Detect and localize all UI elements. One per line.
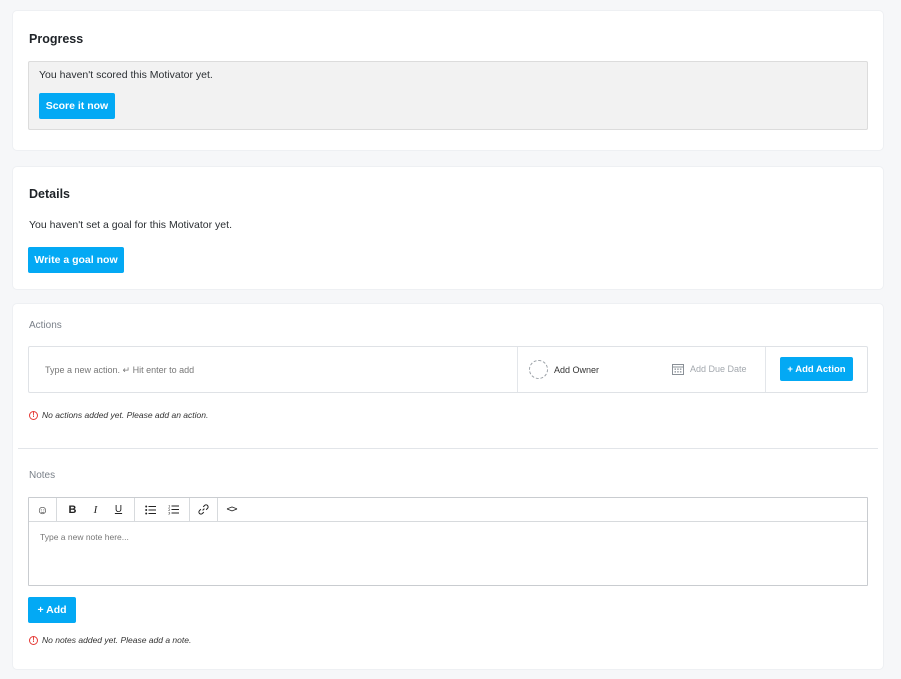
toolbar-group-code: <> <box>218 498 245 521</box>
details-card: Details You haven't set a goal for this … <box>13 167 883 289</box>
numbered-list-icon[interactable]: 1 2 3 <box>162 498 185 521</box>
add-due-date-label: Add Due Date <box>690 364 747 374</box>
progress-card: Progress You haven't scored this Motivat… <box>13 11 883 150</box>
notes-empty-message: ! No notes added yet. Please add a note. <box>29 635 191 645</box>
toolbar-group-format: B I U <box>57 498 135 521</box>
new-action-input[interactable] <box>29 347 517 392</box>
bullet-list-icon[interactable] <box>139 498 162 521</box>
divider <box>517 347 518 392</box>
add-action-button[interactable]: + Add Action <box>780 357 853 381</box>
details-title: Details <box>29 187 70 201</box>
progress-title: Progress <box>29 32 84 46</box>
emoji-icon[interactable]: ☺ <box>31 498 54 521</box>
bold-icon[interactable]: B <box>61 498 84 521</box>
actions-label: Actions <box>29 320 62 331</box>
progress-empty-box: You haven't scored this Motivator yet. S… <box>28 61 868 130</box>
owner-avatar-placeholder-icon <box>529 360 548 379</box>
editor-toolbar: ☺ B I U 1 2 3 <> <box>29 498 867 522</box>
calendar-icon <box>672 364 684 375</box>
actions-empty-text: No actions added yet. Please add an acti… <box>42 410 209 420</box>
underline-icon[interactable]: U <box>107 498 130 521</box>
add-due-date-button[interactable]: Add Due Date <box>672 363 747 375</box>
notes-empty-text: No notes added yet. Please add a note. <box>42 635 192 645</box>
code-icon[interactable]: <> <box>220 498 243 521</box>
svg-text:3: 3 <box>168 511 171 516</box>
write-goal-button[interactable]: Write a goal now <box>28 247 124 273</box>
link-icon[interactable] <box>192 498 215 521</box>
add-note-button[interactable]: + Add <box>28 597 76 623</box>
progress-message: You haven't scored this Motivator yet. <box>39 69 213 81</box>
details-message: You haven't set a goal for this Motivato… <box>29 219 232 231</box>
note-editor: ☺ B I U 1 2 3 <> Type a new note here... <box>28 497 868 586</box>
italic-icon[interactable]: I <box>84 498 107 521</box>
toolbar-group-link <box>190 498 218 521</box>
score-it-now-button[interactable]: Score it now <box>39 93 115 119</box>
section-divider <box>18 448 878 449</box>
toolbar-group-lists: 1 2 3 <box>135 498 190 521</box>
new-note-textarea[interactable] <box>29 522 867 585</box>
notes-label: Notes <box>29 470 56 481</box>
actions-empty-message: ! No actions added yet. Please add an ac… <box>29 410 208 420</box>
action-entry-row: Add Owner Add Due Date + Add Action <box>28 346 868 393</box>
add-owner-label: Add Owner <box>554 364 600 375</box>
divider <box>765 347 766 392</box>
actions-notes-card: Actions Add Owner Add Due Date + Add Act… <box>13 304 883 669</box>
warning-icon: ! <box>29 635 38 645</box>
add-owner-button[interactable]: Add Owner <box>529 360 599 379</box>
toolbar-group-emoji: ☺ <box>29 498 57 521</box>
warning-icon: ! <box>29 410 38 420</box>
